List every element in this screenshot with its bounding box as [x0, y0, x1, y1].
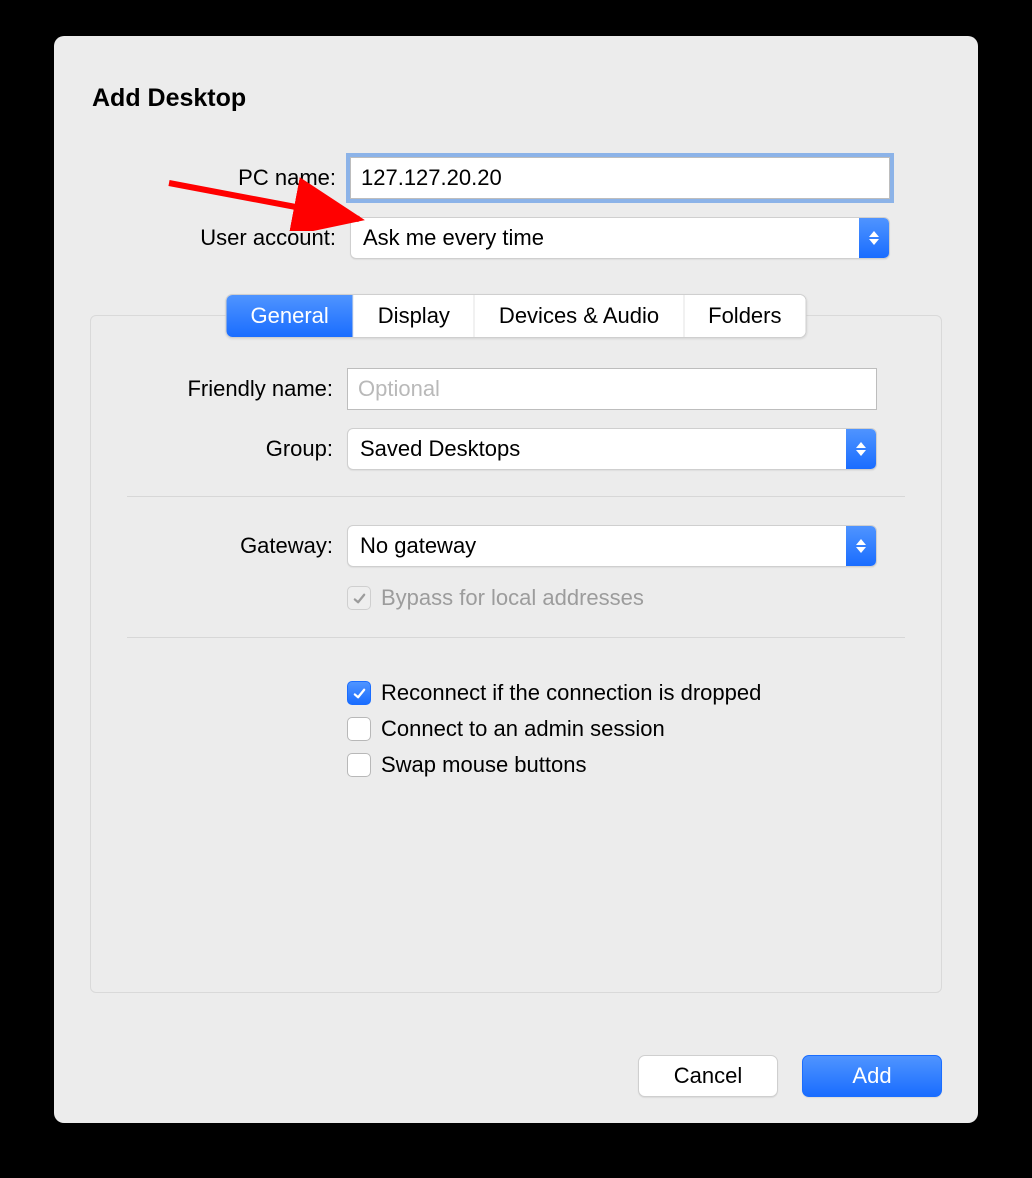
- group-select[interactable]: Saved Desktops: [347, 428, 877, 470]
- user-account-row: User account: Ask me every time: [90, 217, 942, 259]
- friendly-name-row: Friendly name:: [127, 368, 905, 410]
- bypass-checkbox: [347, 586, 371, 610]
- gateway-label: Gateway:: [127, 533, 347, 559]
- dialog-footer: Cancel Add: [638, 1055, 942, 1097]
- add-button[interactable]: Add: [802, 1055, 942, 1097]
- divider: [127, 637, 905, 638]
- group-label: Group:: [127, 436, 347, 462]
- gateway-row: Gateway: No gateway: [127, 525, 905, 567]
- swap-mouse-checkbox[interactable]: [347, 753, 371, 777]
- tab-bar: General Display Devices & Audio Folders: [226, 294, 807, 338]
- check-icon: [352, 686, 367, 701]
- gateway-select[interactable]: No gateway: [347, 525, 877, 567]
- user-account-label: User account:: [90, 225, 350, 251]
- gateway-value: No gateway: [348, 526, 846, 566]
- tab-folders[interactable]: Folders: [683, 295, 805, 337]
- admin-session-row: Connect to an admin session: [347, 716, 905, 742]
- reconnect-checkbox[interactable]: [347, 681, 371, 705]
- divider: [127, 496, 905, 497]
- chevron-up-down-icon: [859, 218, 889, 258]
- settings-tabbox: General Display Devices & Audio Folders …: [90, 315, 942, 993]
- admin-session-checkbox[interactable]: [347, 717, 371, 741]
- group-value: Saved Desktops: [348, 429, 846, 469]
- chevron-up-down-icon: [846, 526, 876, 566]
- cancel-button[interactable]: Cancel: [638, 1055, 778, 1097]
- dialog-title: Add Desktop: [92, 84, 942, 113]
- reconnect-label: Reconnect if the connection is dropped: [381, 680, 761, 706]
- tab-display[interactable]: Display: [353, 295, 474, 337]
- add-desktop-dialog: Add Desktop PC name: User account: Ask m…: [54, 36, 978, 1123]
- chevron-up-down-icon: [846, 429, 876, 469]
- bypass-label: Bypass for local addresses: [381, 585, 644, 611]
- admin-session-label: Connect to an admin session: [381, 716, 665, 742]
- tab-general[interactable]: General: [227, 295, 353, 337]
- friendly-name-input[interactable]: [347, 368, 877, 410]
- friendly-name-label: Friendly name:: [127, 376, 347, 402]
- check-icon: [352, 591, 367, 606]
- pc-name-input[interactable]: [350, 157, 890, 199]
- bypass-row: Bypass for local addresses: [347, 585, 905, 611]
- swap-mouse-label: Swap mouse buttons: [381, 752, 586, 778]
- reconnect-row: Reconnect if the connection is dropped: [347, 680, 905, 706]
- pc-name-row: PC name:: [90, 157, 942, 199]
- pc-name-label: PC name:: [90, 165, 350, 191]
- swap-mouse-row: Swap mouse buttons: [347, 752, 905, 778]
- tab-devices-audio[interactable]: Devices & Audio: [474, 295, 683, 337]
- user-account-select[interactable]: Ask me every time: [350, 217, 890, 259]
- user-account-value: Ask me every time: [351, 218, 859, 258]
- options-block: Reconnect if the connection is dropped C…: [127, 680, 905, 778]
- group-row: Group: Saved Desktops: [127, 428, 905, 470]
